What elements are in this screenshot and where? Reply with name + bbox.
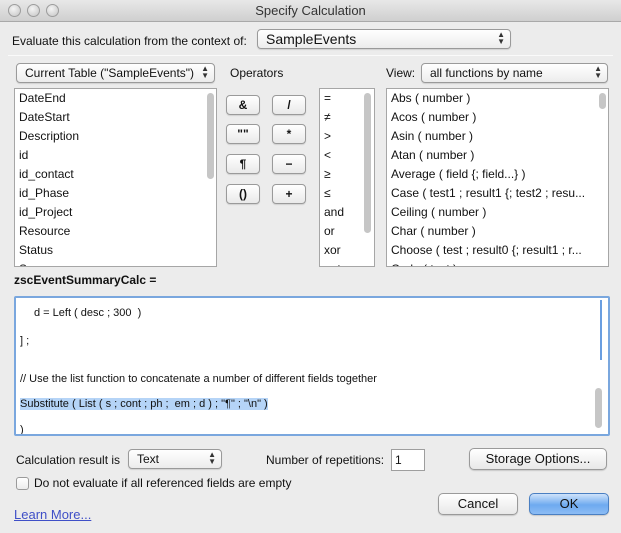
code-line: // Use the list function to concatenate … bbox=[20, 373, 377, 385]
functions-scrollbar[interactable] bbox=[599, 93, 606, 109]
operators-list[interactable]: =≠><≥≤andorxornot bbox=[319, 88, 375, 267]
operator-button-ampersand[interactable]: & bbox=[226, 95, 260, 115]
popup-arrows-icon: ▲ ▼ bbox=[497, 30, 505, 46]
function-list-item[interactable]: Choose ( test ; result0 {; result1 ; r..… bbox=[387, 241, 608, 260]
do-not-evaluate-label: Do not evaluate if all referenced fields… bbox=[34, 476, 292, 490]
operators-scrollbar[interactable] bbox=[364, 93, 371, 233]
function-list-item[interactable]: Average ( field {; field...} ) bbox=[387, 165, 608, 184]
context-popup-value: SampleEvents bbox=[266, 31, 357, 47]
field-list-item[interactable]: id bbox=[15, 146, 216, 165]
window-title: Specify Calculation bbox=[255, 3, 366, 18]
field-list-item[interactable]: id_Project bbox=[15, 203, 216, 222]
learn-more-link[interactable]: Learn More... bbox=[14, 507, 91, 522]
function-list-item[interactable]: Char ( number ) bbox=[387, 222, 608, 241]
ok-button[interactable]: OK bbox=[529, 493, 609, 515]
table-popup[interactable]: Current Table ("SampleEvents") ▲ ▼ bbox=[16, 63, 215, 83]
functions-list[interactable]: Abs ( number ) Acos ( number ) Asin ( numb… bbox=[386, 88, 609, 267]
cancel-button[interactable]: Cancel bbox=[438, 493, 518, 515]
operator-button-pilcrow[interactable]: ¶ bbox=[226, 154, 260, 174]
function-list-item[interactable]: Case ( test1 ; result1 {; test2 ; resu..… bbox=[387, 184, 608, 203]
operator-button-multiply[interactable]: * bbox=[272, 124, 306, 144]
function-list-item[interactable]: Code ( text ) bbox=[387, 260, 608, 266]
function-list-item[interactable]: Asin ( number ) bbox=[387, 127, 608, 146]
repetitions-label: Number of repetitions: bbox=[266, 453, 385, 467]
popup-arrows-icon: ▲ ▼ bbox=[594, 64, 602, 80]
operator-button-quotes[interactable]: "" bbox=[226, 124, 260, 144]
separator bbox=[8, 55, 613, 56]
view-popup-value: all functions by name bbox=[430, 66, 543, 80]
calculation-field-name: zscEventSummaryCalc = bbox=[14, 273, 157, 287]
operator-button-divide[interactable]: / bbox=[272, 95, 306, 115]
fields-list[interactable]: DateEnd DateStart Description id id_contact i… bbox=[14, 88, 217, 267]
view-label: View: bbox=[386, 66, 416, 80]
function-list-item[interactable]: Ceiling ( number ) bbox=[387, 203, 608, 222]
calculation-scrollbar[interactable] bbox=[595, 388, 602, 428]
title-bar: Specify Calculation bbox=[0, 0, 621, 22]
view-popup[interactable]: all functions by name ▲ ▼ bbox=[421, 63, 608, 83]
field-list-item[interactable]: DateEnd bbox=[15, 89, 216, 108]
function-list-item[interactable]: Atan ( number ) bbox=[387, 146, 608, 165]
code-line: d = Left ( desc ; 300 ) bbox=[34, 307, 142, 319]
field-list-item[interactable]: Status bbox=[15, 241, 216, 260]
repetitions-field[interactable]: 1 bbox=[391, 449, 425, 471]
operator-button-plus[interactable]: + bbox=[272, 184, 306, 204]
popup-arrows-icon: ▲ ▼ bbox=[208, 450, 216, 466]
operators-label: Operators bbox=[230, 66, 284, 80]
do-not-evaluate-checkbox[interactable] bbox=[16, 477, 29, 490]
function-list-item[interactable]: Abs ( number ) bbox=[387, 89, 608, 108]
field-list-item[interactable]: Description bbox=[15, 127, 216, 146]
result-type-value: Text bbox=[137, 452, 160, 466]
operator-list-item[interactable]: xor bbox=[320, 241, 374, 260]
operator-button-parentheses[interactable]: () bbox=[226, 184, 260, 204]
text-caret bbox=[600, 300, 602, 360]
field-list-item[interactable]: id_contact bbox=[15, 165, 216, 184]
storage-options-button[interactable]: Storage Options... bbox=[469, 448, 607, 470]
context-popup[interactable]: SampleEvents ▲ ▼ bbox=[257, 29, 511, 49]
fields-scrollbar[interactable] bbox=[207, 93, 214, 179]
result-type-label: Calculation result is bbox=[16, 453, 121, 467]
code-line: ) bbox=[20, 424, 24, 436]
field-list-item[interactable]: DateStart bbox=[15, 108, 216, 127]
context-label: Evaluate this calculation from the conte… bbox=[12, 34, 247, 48]
operator-list-item[interactable]: not bbox=[320, 260, 374, 266]
code-line-selected: Substitute ( List ( s ; cont ; ph ; em ;… bbox=[20, 398, 268, 410]
code-line: ] ; bbox=[20, 335, 30, 347]
calculation-editor[interactable]: d = Left ( desc ; 300 ) ] ; // Use the l… bbox=[14, 296, 610, 436]
field-list-item[interactable]: Summary bbox=[15, 260, 216, 266]
field-list-item[interactable]: id_Phase bbox=[15, 184, 216, 203]
operator-button-minus[interactable]: − bbox=[272, 154, 306, 174]
result-type-popup[interactable]: Text ▲ ▼ bbox=[128, 449, 222, 469]
field-list-item[interactable]: Resource bbox=[15, 222, 216, 241]
table-popup-value: Current Table ("SampleEvents") bbox=[25, 66, 195, 80]
popup-arrows-icon: ▲ ▼ bbox=[201, 64, 209, 80]
function-list-item[interactable]: Acos ( number ) bbox=[387, 108, 608, 127]
